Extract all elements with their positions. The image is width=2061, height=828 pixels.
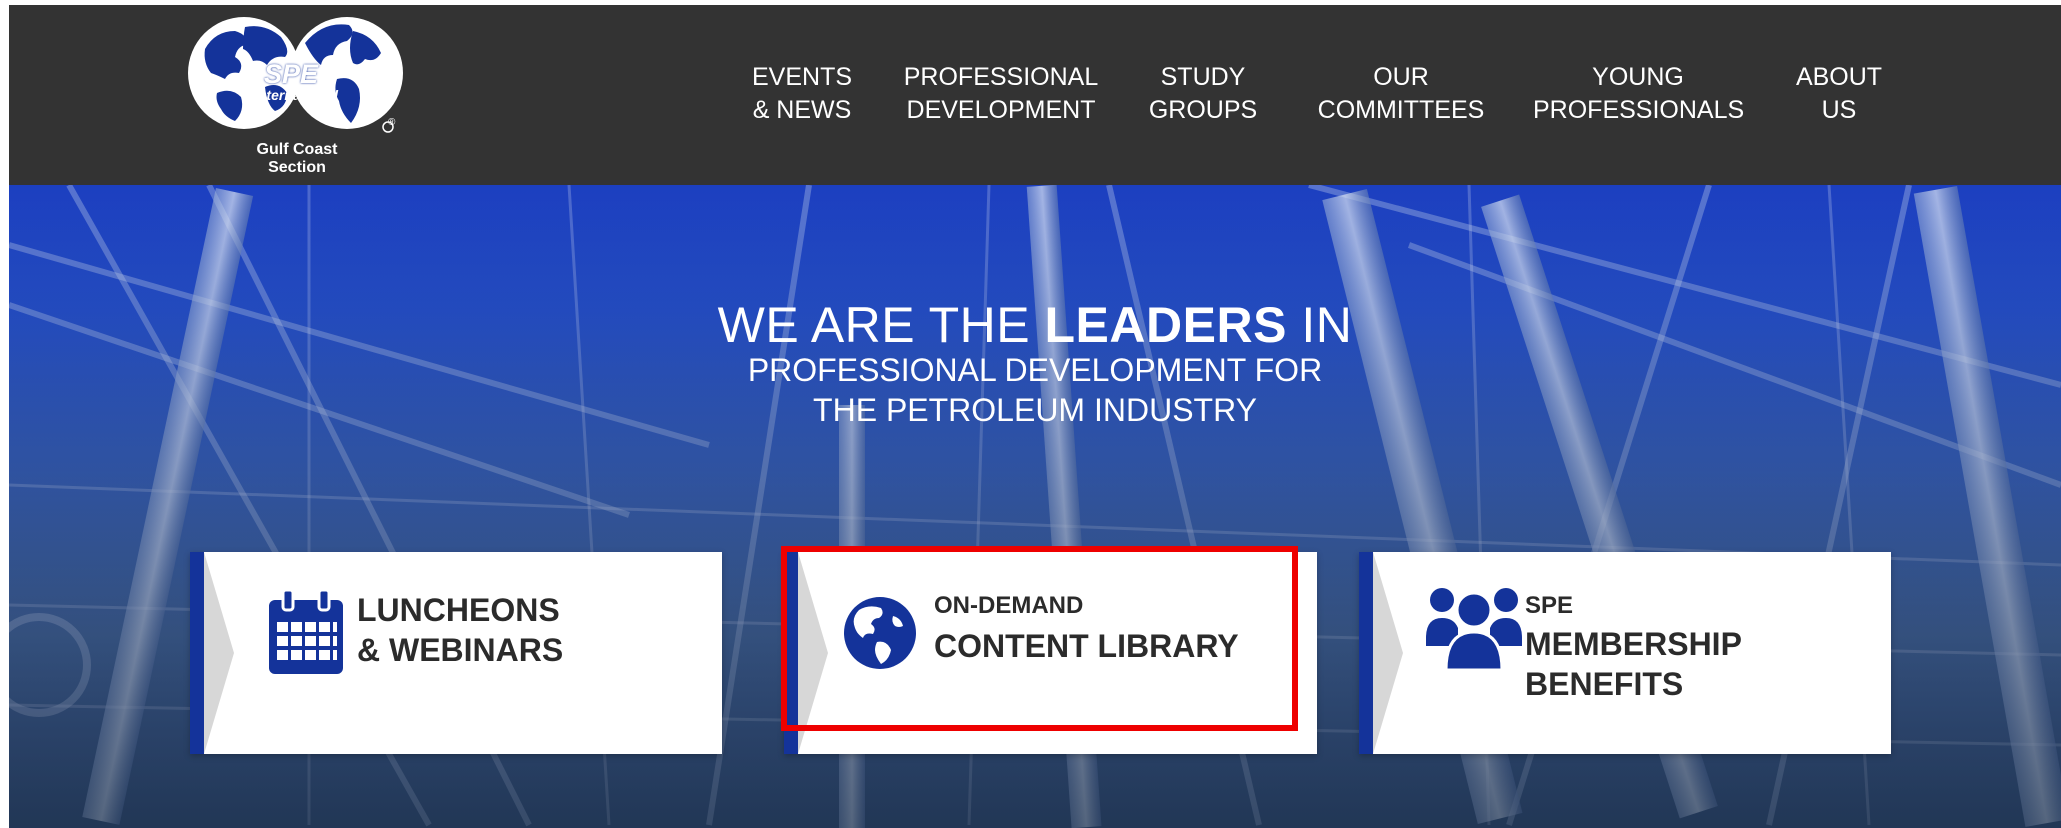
card-title-line2: & WEBINARS <box>357 632 564 668</box>
nav-study-groups[interactable]: STUDY GROUPS <box>1143 61 1263 127</box>
nav-our-committees[interactable]: OUR COMMITTEES <box>1303 61 1499 127</box>
card-kicker: ON-DEMAND <box>934 592 1084 619</box>
card-luncheons-webinars[interactable]: LUNCHEONS & WEBINARS <box>190 552 722 754</box>
nav-professional-development[interactable]: PROFESSIONAL DEVELOPMENT <box>895 61 1107 127</box>
card-arrow-shape <box>1373 552 1403 754</box>
card-title-line1: LUNCHEONS <box>357 592 560 628</box>
card-arrow-shape <box>204 552 234 754</box>
card-accent-bar <box>784 552 798 754</box>
logo-caption: Gulf Coast Section <box>256 141 338 176</box>
calendar-icon <box>269 590 343 674</box>
users-icon <box>1426 588 1522 670</box>
globe-icon <box>844 597 916 669</box>
card-title: LUNCHEONS & WEBINARS <box>357 590 563 670</box>
nav-label-line2: & NEWS <box>752 96 852 124</box>
card-content-library[interactable]: ON-DEMAND CONTENT LIBRARY <box>784 552 1317 754</box>
card-title: MEMBERSHIP BENEFITS <box>1525 624 1742 704</box>
nav-label-line1: EVENTS <box>751 63 853 91</box>
card-title: CONTENT LIBRARY <box>934 628 1239 664</box>
card-accent-bar <box>190 552 204 754</box>
site-header: SPE International ® Gulf Coast Section E… <box>9 5 2061 185</box>
nav-label-line2: COMMITTEES <box>1317 96 1485 124</box>
main-nav: EVENTS & NEWS PROFESSIONAL DEVELOPMENT S… <box>9 61 2061 131</box>
card-arrow-shape <box>798 552 828 754</box>
nav-young-professionals[interactable]: YOUNG PROFESSIONALS <box>1533 61 1745 127</box>
card-title-line1: MEMBERSHIP <box>1525 626 1742 662</box>
nav-label-line1: ABOUT <box>1795 63 1883 91</box>
nav-label-line2: GROUPS <box>1148 96 1258 124</box>
nav-label-line1: STUDY <box>1160 63 1246 91</box>
nav-events-news[interactable]: EVENTS & NEWS <box>746 61 858 127</box>
headline-emphasis: LEADERS <box>1044 297 1287 353</box>
card-kicker: SPE <box>1525 592 1574 619</box>
nav-label-line1: YOUNG <box>1592 63 1684 91</box>
nav-label-line1: PROFESSIONAL <box>903 63 1099 91</box>
nav-label-line2: DEVELOPMENT <box>906 96 1096 124</box>
nav-label-line2: US <box>1821 96 1857 124</box>
card-membership-benefits[interactable]: SPE MEMBERSHIP BENEFITS <box>1359 552 1891 754</box>
hero-subheadline: PROFESSIONAL DEVELOPMENT FOR THE PETROLE… <box>9 350 2061 430</box>
hero-headline: WE ARE THE LEADERS IN <box>9 297 2061 353</box>
page: SPE International ® Gulf Coast Section E… <box>9 5 2061 828</box>
hero-banner: WE ARE THE LEADERS IN PROFESSIONAL DEVEL… <box>9 185 2061 828</box>
subheadline-line2: THE PETROLEUM INDUSTRY <box>813 392 1257 428</box>
headline-prefix: WE ARE THE <box>717 297 1045 353</box>
nav-about-us[interactable]: ABOUT US <box>1784 61 1894 127</box>
headline-suffix: IN <box>1286 297 1353 353</box>
card-title-line2: BENEFITS <box>1525 666 1684 702</box>
subheadline-line1: PROFESSIONAL DEVELOPMENT FOR <box>747 352 1323 388</box>
nav-label-line1: OUR <box>1373 63 1429 91</box>
card-accent-bar <box>1359 552 1373 754</box>
nav-label-line2: PROFESSIONALS <box>1533 96 1745 124</box>
